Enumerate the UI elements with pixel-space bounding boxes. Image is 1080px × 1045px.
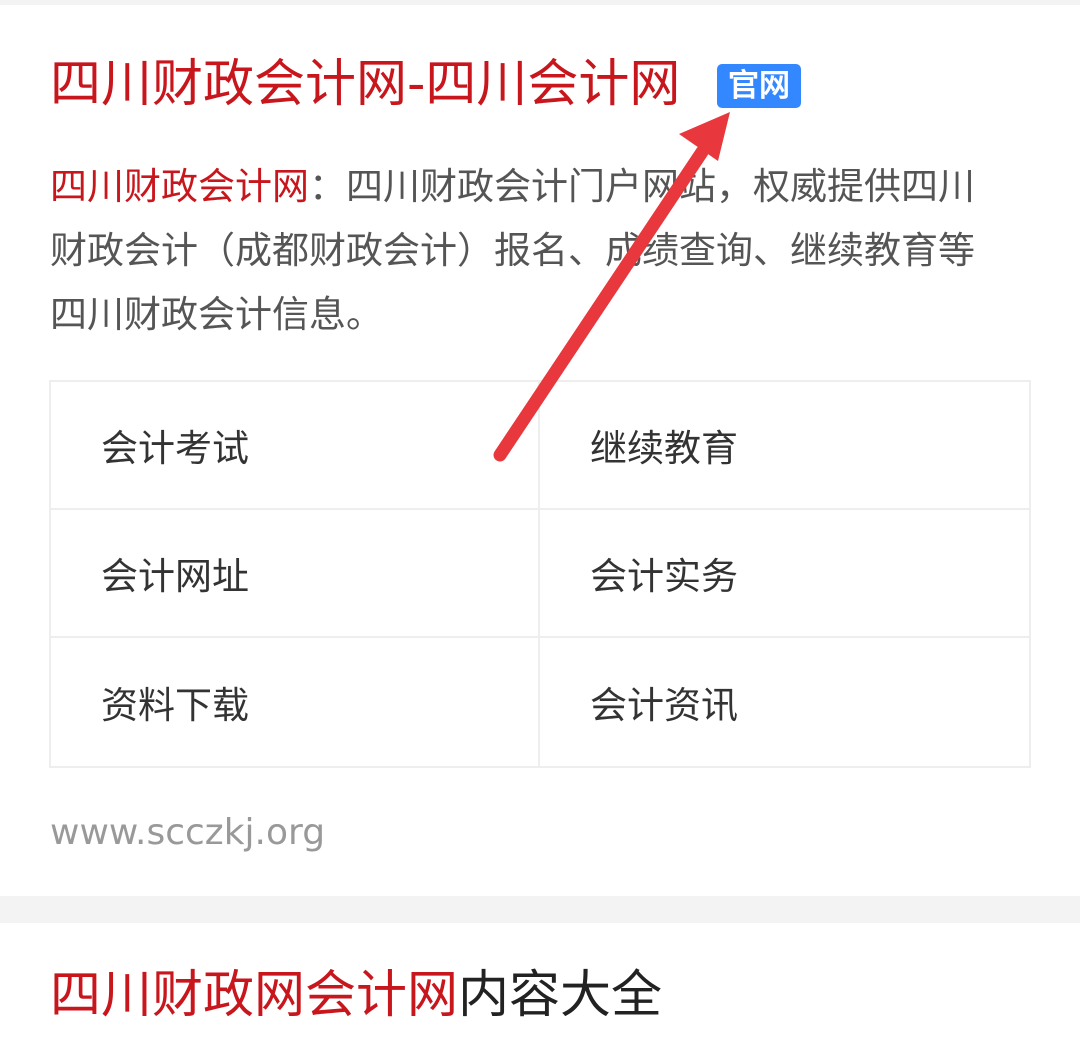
result-title-link[interactable]: 四川财政会计网-四川会计网 (50, 55, 680, 115)
sitelink-accounting-exam[interactable]: 会计考试 (51, 382, 540, 510)
related-section-card: 四川财政网会计网内容大全 (0, 923, 1080, 1045)
section-title-highlight: 四川财政网会计网 (50, 966, 459, 1025)
sitelink-accounting-news[interactable]: 会计资讯 (540, 638, 1029, 766)
official-site-badge: 官网 (717, 64, 801, 108)
result-snippet: 四川财政会计网：四川财政会计门户网站，权威提供四川财政会计（成都财政会计）报名、… (50, 155, 1010, 347)
section-title[interactable]: 四川财政网会计网内容大全 (50, 963, 662, 1029)
sitelink-downloads[interactable]: 资料下载 (51, 638, 540, 766)
sitelink-continuing-education[interactable]: 继续教育 (540, 382, 1029, 510)
section-title-rest: 内容大全 (458, 966, 663, 1025)
snippet-highlight: 四川财政会计网 (50, 165, 309, 208)
result-url[interactable]: www.scczkj.org (50, 810, 325, 856)
sitelinks-grid: 会计考试 继续教育 会计网址 会计实务 资料下载 会计资讯 (49, 380, 1031, 768)
page: 四川财政会计网-四川会计网 官网 四川财政会计网：四川财政会计门户网站，权威提供… (0, 0, 1080, 1045)
sitelink-accounting-sites[interactable]: 会计网址 (51, 510, 540, 638)
search-result-card: 四川财政会计网-四川会计网 官网 四川财政会计网：四川财政会计门户网站，权威提供… (0, 5, 1080, 896)
sitelink-accounting-practice[interactable]: 会计实务 (540, 510, 1029, 638)
